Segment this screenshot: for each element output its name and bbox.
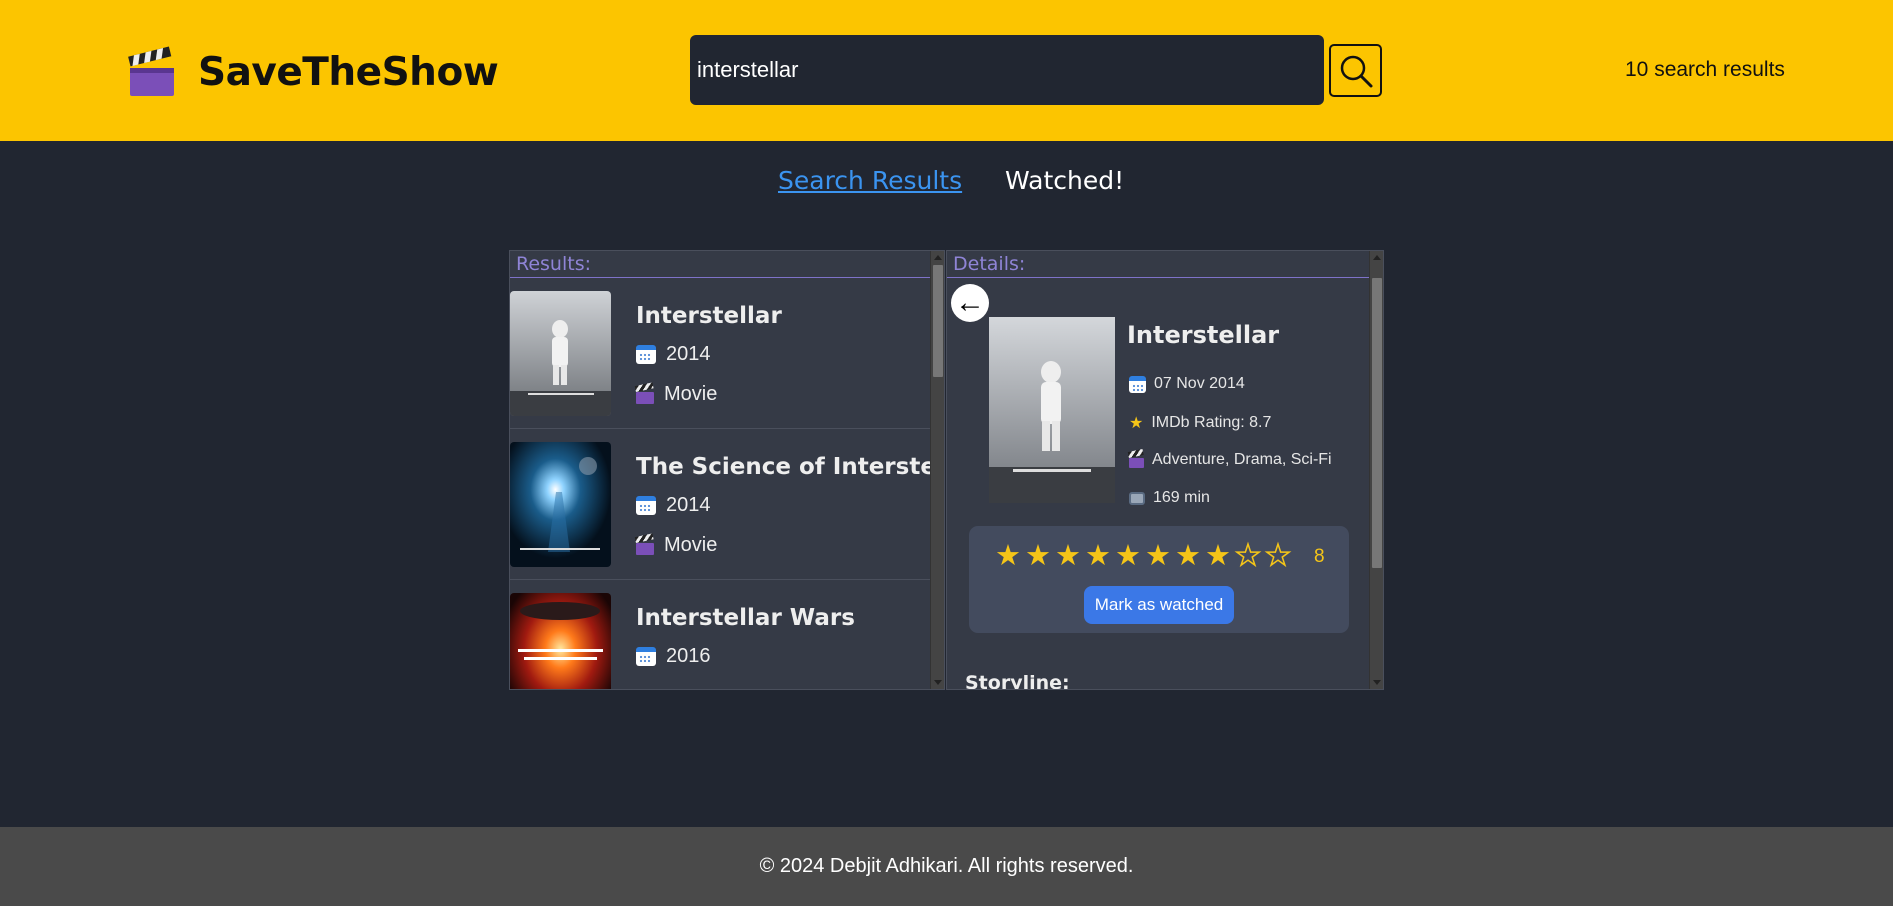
calendar-icon: [636, 496, 656, 515]
result-type: Movie: [634, 532, 717, 557]
clapperboard-icon: [634, 381, 654, 404]
rating-box: ★ ★ ★ ★ ★ ★ ★ ★ ★ ★ 8 Mark as watched: [969, 526, 1349, 633]
result-type: Movie: [634, 381, 717, 406]
poster-image: [510, 593, 611, 689]
results-scrollbar[interactable]: [930, 251, 944, 689]
calendar-icon: [636, 647, 656, 666]
star-icon[interactable]: ★: [1115, 539, 1145, 573]
release-date: 07 Nov 2014: [1129, 375, 1245, 393]
imdb-rating: ★ IMDb Rating: 8.7: [1129, 414, 1272, 432]
result-year: 2016: [636, 645, 711, 668]
details-scrollbar[interactable]: [1369, 251, 1383, 689]
footer: © 2024 Debjit Adhikari. All rights reser…: [0, 827, 1893, 906]
result-item[interactable]: The Science of Interstellar 2014 Movie: [510, 430, 944, 580]
result-title: Interstellar Wars: [636, 605, 855, 631]
result-year: 2014: [636, 343, 711, 366]
mark-as-watched-button[interactable]: Mark as watched: [1084, 586, 1234, 624]
poster-image: [510, 442, 611, 567]
star-icon[interactable]: ★: [1234, 539, 1265, 573]
star-icon[interactable]: ★: [1025, 539, 1055, 573]
results-heading: Results:: [510, 251, 944, 278]
rating-value: 8: [1314, 546, 1325, 567]
genres: Adventure, Drama, Sci-Fi: [1127, 449, 1332, 469]
detail-poster-image: [989, 317, 1115, 503]
star-icon[interactable]: ★: [1085, 539, 1115, 573]
results-panel: Results: Interstellar 2014 Movie The Sci…: [509, 250, 945, 690]
result-year: 2014: [636, 494, 711, 517]
star-icon[interactable]: ★: [1175, 539, 1205, 573]
poster-image: [510, 291, 611, 416]
copyright-text: © 2024 Debjit Adhikari. All rights reser…: [759, 855, 1134, 877]
star-icon[interactable]: ★: [1264, 539, 1295, 573]
search-input[interactable]: [690, 35, 1324, 105]
result-item[interactable]: Interstellar 2014 Movie: [510, 279, 932, 429]
calendar-icon: [1129, 375, 1146, 393]
tab-search-results[interactable]: Search Results: [778, 166, 962, 195]
star-icon[interactable]: ★: [1145, 539, 1175, 573]
tv-icon: [1129, 491, 1145, 505]
runtime: 169 min: [1129, 489, 1210, 507]
clapperboard-icon: [128, 46, 176, 98]
storyline-label: Storyline:: [965, 672, 1070, 690]
star-rating[interactable]: ★ ★ ★ ★ ★ ★ ★ ★ ★ ★: [995, 539, 1295, 573]
result-title: The Science of Interstellar: [636, 454, 945, 480]
clapperboard-icon: [634, 532, 654, 555]
result-item[interactable]: Interstellar Wars 2016: [510, 581, 932, 689]
detail-title: Interstellar: [1127, 321, 1280, 349]
clapperboard-icon: [1127, 449, 1144, 468]
tab-watched[interactable]: Watched!: [1005, 166, 1124, 195]
star-icon[interactable]: ★: [1055, 539, 1085, 573]
calendar-icon: [636, 345, 656, 364]
details-heading: Details:: [947, 251, 1383, 278]
header: SaveTheShow 10 search results: [0, 0, 1893, 141]
star-icon[interactable]: ★: [995, 539, 1025, 573]
star-icon: ★: [1129, 415, 1144, 432]
logo[interactable]: SaveTheShow: [128, 46, 499, 98]
details-panel: Details: ← Interstellar 07 Nov 2014 ★ IMD…: [946, 250, 1384, 690]
back-button[interactable]: ←: [951, 284, 989, 322]
star-icon[interactable]: ★: [1205, 539, 1235, 573]
result-count: 10 search results: [1625, 58, 1785, 81]
search-icon: [1340, 55, 1372, 87]
search-button[interactable]: [1329, 44, 1382, 97]
result-title: Interstellar: [636, 303, 782, 329]
app-title: SaveTheShow: [198, 49, 499, 95]
arrow-left-icon: ←: [955, 286, 985, 319]
